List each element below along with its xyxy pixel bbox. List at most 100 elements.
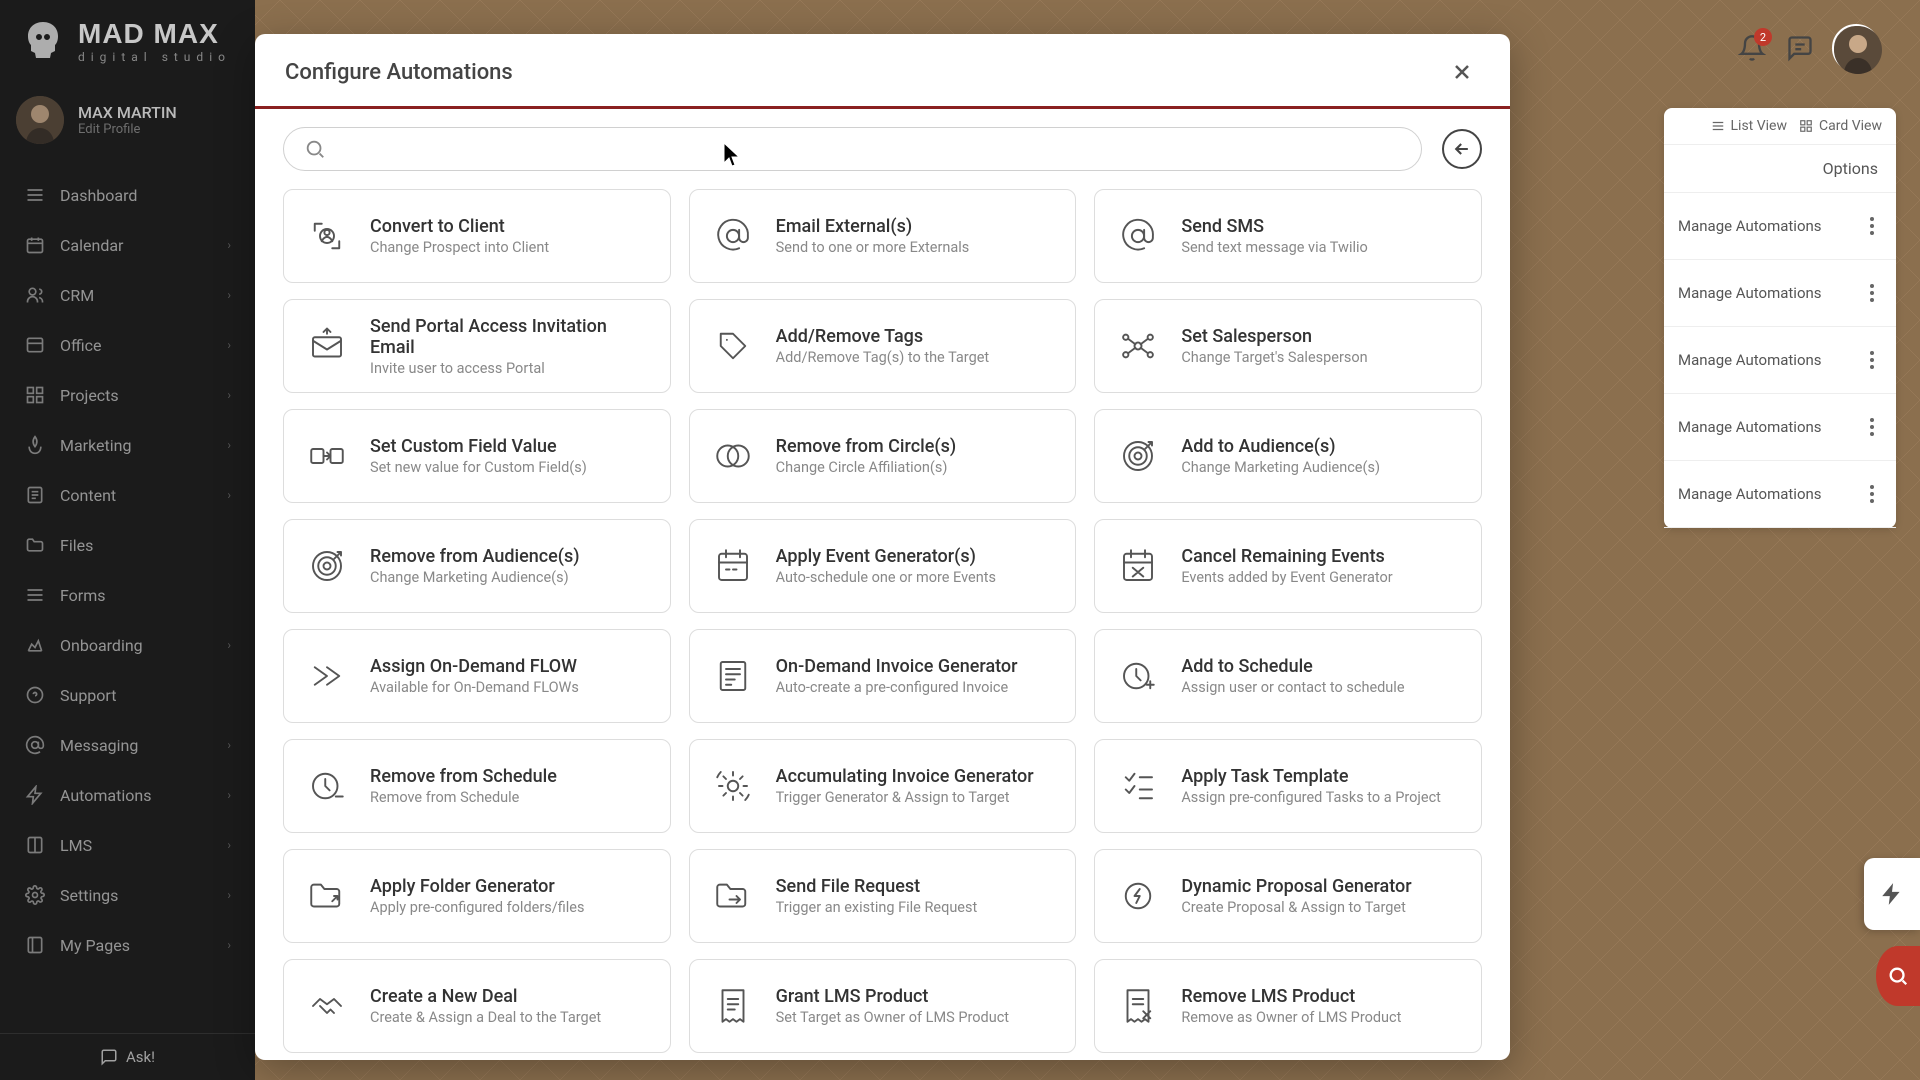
automation-card-on-demand-invoice-generator[interactable]: On-Demand Invoice Generator Auto-create … (689, 629, 1077, 723)
automation-card-remove-from-circle-s[interactable]: Remove from Circle(s) Change Circle Affi… (689, 409, 1077, 503)
circles-icon (710, 433, 756, 479)
card-title: Grant LMS Product (776, 986, 1009, 1007)
sidebar-item-dashboard[interactable]: Dashboard (0, 170, 255, 220)
automation-card-add-to-schedule[interactable]: Add to Schedule Assign user or contact t… (1094, 629, 1482, 723)
automation-card-create-a-new-deal[interactable]: Create a New Deal Create & Assign a Deal… (283, 959, 671, 1053)
close-button[interactable] (1444, 54, 1480, 90)
sidebar-item-onboarding[interactable]: Onboarding › (0, 620, 255, 670)
card-title: Send SMS (1181, 216, 1367, 237)
automation-card-dynamic-proposal-generator[interactable]: Dynamic Proposal Generator Create Propos… (1094, 849, 1482, 943)
sidebar-item-calendar[interactable]: Calendar › (0, 220, 255, 270)
automation-card-send-portal-access-invitation-email[interactable]: Send Portal Access Invitation Email Invi… (283, 299, 671, 393)
automation-card-send-file-request[interactable]: Send File Request Trigger an existing Fi… (689, 849, 1077, 943)
automation-card-remove-from-audience-s[interactable]: Remove from Audience(s) Change Marketing… (283, 519, 671, 613)
sidebar-item-messaging[interactable]: Messaging › (0, 720, 255, 770)
sidebar-item-settings[interactable]: Settings › (0, 870, 255, 920)
search-box[interactable] (283, 127, 1422, 171)
row-options-button[interactable] (1862, 351, 1882, 369)
sidebar-item-marketing[interactable]: Marketing › (0, 420, 255, 470)
manage-automations-row[interactable]: Manage Automations (1664, 327, 1896, 394)
profile-name: MAX MARTIN (78, 103, 177, 122)
row-options-button[interactable] (1862, 284, 1882, 302)
options-button[interactable]: Options (1664, 145, 1896, 193)
automation-card-email-external-s[interactable]: Email External(s) Send to one or more Ex… (689, 189, 1077, 283)
notifications-badge: 2 (1754, 28, 1772, 46)
automation-card-apply-task-template[interactable]: Apply Task Template Assign pre-configure… (1094, 739, 1482, 833)
automation-card-set-custom-field-value[interactable]: Set Custom Field Value Set new value for… (283, 409, 671, 503)
automation-card-convert-to-client[interactable]: Convert to Client Change Prospect into C… (283, 189, 671, 283)
automation-card-accumulating-invoice-generator[interactable]: Accumulating Invoice Generator Trigger G… (689, 739, 1077, 833)
sidebar-item-crm[interactable]: CRM › (0, 270, 255, 320)
manage-automations-row[interactable]: Manage Automations (1664, 461, 1896, 528)
chevron-right-icon: › (227, 738, 231, 752)
folder-icon (304, 873, 350, 919)
back-button[interactable] (1442, 129, 1482, 169)
card-desc: Set Target as Owner of LMS Product (776, 1009, 1009, 1026)
chevron-right-icon: › (227, 338, 231, 352)
nav-label: Automations (60, 786, 151, 805)
card-title: Cancel Remaining Events (1181, 546, 1392, 567)
row-options-button[interactable] (1862, 418, 1882, 436)
automation-card-send-sms[interactable]: Send SMS Send text message via Twilio (1094, 189, 1482, 283)
gear-bolt-icon (1115, 873, 1161, 919)
card-desc: Auto-create a pre-configured Invoice (776, 679, 1018, 696)
sidebar-item-content[interactable]: Content › (0, 470, 255, 520)
card-title: Set Custom Field Value (370, 436, 587, 457)
sidebar-item-files[interactable]: Files (0, 520, 255, 570)
automation-card-set-salesperson[interactable]: Set Salesperson Change Target's Salesper… (1094, 299, 1482, 393)
automation-card-remove-lms-product[interactable]: Remove LMS Product Remove as Owner of LM… (1094, 959, 1482, 1053)
logo[interactable]: MAD MAX digital studio (0, 0, 255, 78)
messages-button[interactable] (1786, 34, 1814, 62)
sidebar-item-projects[interactable]: Projects › (0, 370, 255, 420)
profile-edit-link[interactable]: Edit Profile (78, 122, 177, 137)
convert-icon (304, 213, 350, 259)
row-options-button[interactable] (1862, 485, 1882, 503)
manage-automations-row[interactable]: Manage Automations (1664, 260, 1896, 327)
user-avatar[interactable] (1832, 24, 1880, 72)
list-view-button[interactable]: List View (1711, 118, 1788, 134)
card-desc: Add/Remove Tag(s) to the Target (776, 349, 990, 366)
sidebar-item-support[interactable]: Support (0, 670, 255, 720)
notifications-button[interactable]: 2 (1736, 32, 1768, 64)
sidebar-item-my-pages[interactable]: My Pages › (0, 920, 255, 970)
crm-icon (24, 284, 46, 306)
card-title: Remove from Audience(s) (370, 546, 580, 567)
nav-label: LMS (60, 836, 92, 855)
automation-card-add-remove-tags[interactable]: Add/Remove Tags Add/Remove Tag(s) to the… (689, 299, 1077, 393)
search-fab[interactable] (1876, 946, 1920, 1006)
automation-card-grant-lms-product[interactable]: Grant LMS Product Set Target as Owner of… (689, 959, 1077, 1053)
automation-card-apply-folder-generator[interactable]: Apply Folder Generator Apply pre-configu… (283, 849, 671, 943)
profile-block[interactable]: MAX MARTIN Edit Profile (0, 78, 255, 162)
manage-automations-row[interactable]: Manage Automations (1664, 394, 1896, 461)
card-view-button[interactable]: Card View (1799, 118, 1882, 134)
automation-card-cancel-remaining-events[interactable]: Cancel Remaining Events Events added by … (1094, 519, 1482, 613)
automations-icon (24, 784, 46, 806)
automation-card-assign-on-demand-flow[interactable]: Assign On-Demand FLOW Available for On-D… (283, 629, 671, 723)
quick-action-fab[interactable] (1864, 858, 1920, 930)
card-title: Add to Audience(s) (1181, 436, 1380, 457)
ask-bar[interactable]: Ask! (0, 1033, 255, 1080)
sidebar-item-office[interactable]: Office › (0, 320, 255, 370)
nav-label: Projects (60, 386, 119, 405)
chevron-right-icon: › (227, 288, 231, 302)
search-input[interactable] (338, 139, 1401, 159)
tag-icon (710, 323, 756, 369)
manage-automations-row[interactable]: Manage Automations (1664, 193, 1896, 260)
chevron-right-icon: › (227, 938, 231, 952)
files-icon (24, 534, 46, 556)
card-desc: Auto-schedule one or more Events (776, 569, 996, 586)
sidebar-item-forms[interactable]: Forms (0, 570, 255, 620)
automation-card-remove-from-schedule[interactable]: Remove from Schedule Remove from Schedul… (283, 739, 671, 833)
nav: Dashboard Calendar › CRM › Office › Proj… (0, 162, 255, 1033)
chevron-right-icon: › (227, 638, 231, 652)
card-desc: Assign pre-configured Tasks to a Project (1181, 789, 1441, 806)
chevron-right-icon: › (227, 388, 231, 402)
sidebar-item-lms[interactable]: LMS › (0, 820, 255, 870)
sidebar-item-automations[interactable]: Automations › (0, 770, 255, 820)
invoice-icon (710, 653, 756, 699)
automation-card-add-to-audience-s[interactable]: Add to Audience(s) Change Marketing Audi… (1094, 409, 1482, 503)
clock-minus-icon (304, 763, 350, 809)
pages-icon (24, 934, 46, 956)
automation-card-apply-event-generator-s[interactable]: Apply Event Generator(s) Auto-schedule o… (689, 519, 1077, 613)
row-options-button[interactable] (1862, 217, 1882, 235)
